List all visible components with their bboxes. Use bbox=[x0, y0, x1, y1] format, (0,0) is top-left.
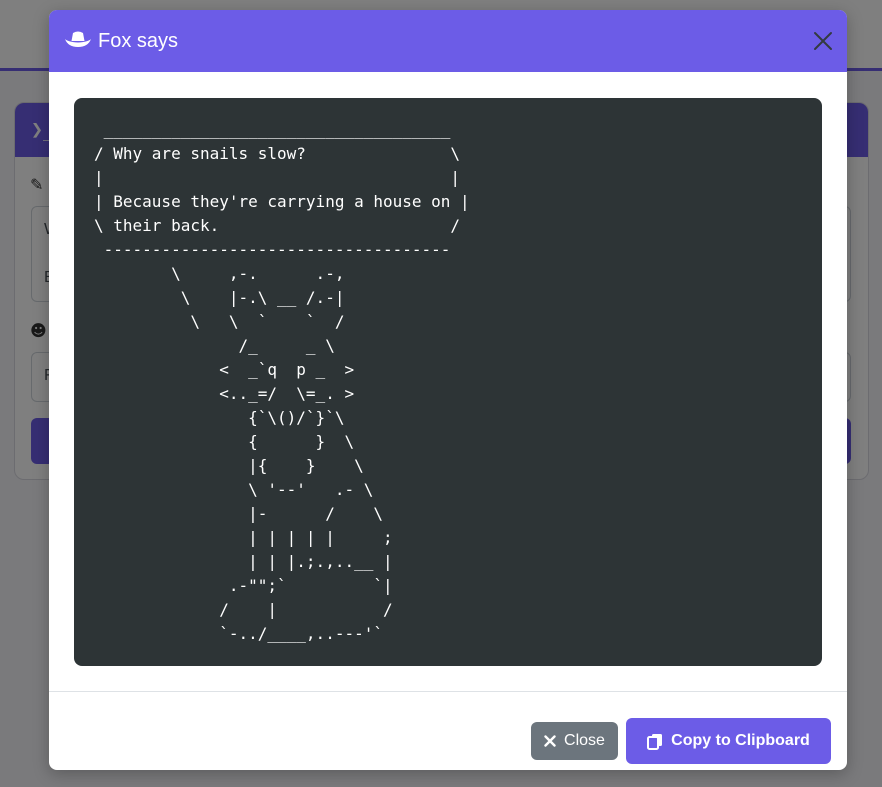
copy-to-clipboard-button[interactable]: Copy to Clipboard bbox=[626, 718, 831, 764]
close-icon[interactable] bbox=[809, 27, 837, 55]
close-button-label: Close bbox=[564, 732, 605, 749]
close-button[interactable]: Close bbox=[531, 722, 618, 760]
ascii-art-box: ____________________________________ / W… bbox=[74, 98, 822, 666]
modal-header: Fox says bbox=[49, 10, 847, 72]
modal-title: Fox says bbox=[98, 30, 179, 52]
fox-says-modal: Fox says _______________________________… bbox=[49, 10, 847, 770]
cowboy-hat-icon bbox=[65, 31, 91, 47]
clipboard-icon bbox=[647, 733, 663, 750]
modal-body: ____________________________________ / W… bbox=[49, 72, 847, 692]
modal-footer: Close Copy to Clipboard bbox=[49, 691, 847, 770]
x-icon bbox=[544, 735, 556, 747]
cowsay-output: ____________________________________ / W… bbox=[94, 120, 470, 643]
copy-button-label: Copy to Clipboard bbox=[671, 732, 810, 749]
